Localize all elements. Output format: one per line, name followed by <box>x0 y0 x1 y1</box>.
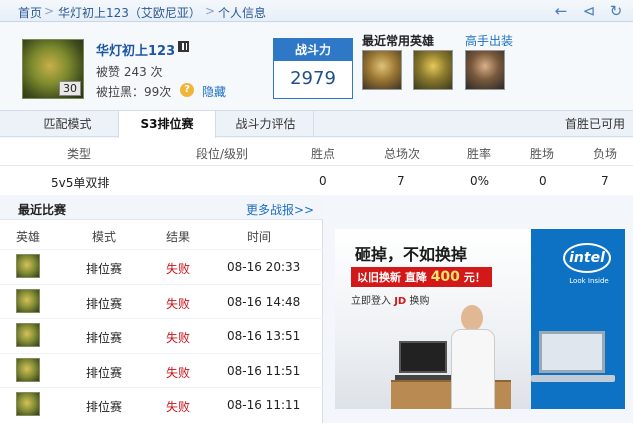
game-row[interactable]: 排位赛 失败 08-16 11:11 <box>0 387 323 421</box>
column-header-total: 总场次 <box>384 147 421 161</box>
player-name[interactable]: 华灯初上123 <box>96 40 175 59</box>
game-time: 08-16 14:48 <box>227 295 301 309</box>
column-header-wins: 胜场 <box>530 147 555 161</box>
game-row[interactable]: 排位赛 失败 08-16 14:48 <box>0 284 323 318</box>
hero-icon <box>16 289 40 313</box>
man-body <box>451 329 495 409</box>
intel-logo: intel <box>563 243 611 273</box>
level-badge: 30 <box>59 81 81 96</box>
man-head <box>461 305 483 331</box>
power-score-value: 2979 <box>290 68 336 89</box>
game-result: 失败 <box>166 331 191 345</box>
tab-s3-ranked[interactable]: S3排位赛 <box>118 111 216 138</box>
breadcrumb-player-link[interactable]: 华灯初上123（艾欧尼亚） <box>58 4 201 21</box>
hero-icon <box>16 392 40 416</box>
breadcrumb-home-link[interactable]: 首页 <box>18 4 42 21</box>
ad-sub-suffix: 换购 <box>409 296 430 307</box>
ranked-losses-cell: 7 <box>601 174 609 188</box>
old-laptop-image <box>399 341 447 373</box>
ranked-winrate-cell: 0% <box>470 174 490 188</box>
ad-subline: 立即登入 JD 换购 <box>351 292 429 307</box>
power-score-title: 战斗力 <box>274 39 352 61</box>
first-win-status: 首胜已可用 <box>564 117 625 131</box>
tab-match-mode[interactable]: 匹配模式 <box>20 111 115 137</box>
new-laptop-keyboard <box>531 375 615 382</box>
column-header-hero: 英雄 <box>16 230 41 244</box>
ranked-points-cell: 0 <box>319 174 327 188</box>
ad-promo-suffix: 元！ <box>463 271 486 284</box>
game-result: 失败 <box>166 262 191 276</box>
game-mode: 排位赛 <box>86 262 123 276</box>
game-row[interactable]: 排位赛 失败 08-16 13:51 <box>0 318 323 352</box>
more-reports-link[interactable]: 更多战报>> <box>246 201 314 218</box>
hide-link[interactable]: 隐藏 <box>202 83 226 100</box>
game-time: 08-16 11:11 <box>227 398 301 412</box>
column-header-mode: 模式 <box>92 230 117 244</box>
power-score-box: 战斗力 2979 <box>273 38 353 99</box>
breadcrumb-current-page: 个人信息 <box>218 6 267 20</box>
game-result: 失败 <box>166 400 191 414</box>
jd-logo: JD <box>394 296 407 307</box>
recent-games-panel: 最近比赛 更多战报>> 英雄 模式 结果 时间 排位赛 失败 08-16 20:… <box>0 196 323 423</box>
column-header-losses: 负场 <box>593 147 618 161</box>
ad-promo-amount: 400 <box>430 269 460 285</box>
column-header-type: 类型 <box>67 147 92 161</box>
ad-sub-prefix: 立即登入 <box>351 296 391 307</box>
game-time: 08-16 20:33 <box>227 260 301 274</box>
blacklist-count: 被拉黑：99次 <box>96 85 172 99</box>
tab-power-evaluation[interactable]: 战斗力评估 <box>218 111 314 137</box>
game-mode: 排位赛 <box>86 366 123 380</box>
hero-icon <box>16 358 40 382</box>
column-header-time: 时间 <box>247 230 272 244</box>
ranked-type-cell: 5v5单双排 <box>51 176 110 190</box>
game-row[interactable]: 排位赛 失败 08-16 11:51 <box>0 353 323 387</box>
master-build-link[interactable]: 高手出装 <box>465 32 513 49</box>
share-icon[interactable]: ⊲ <box>580 2 598 20</box>
breadcrumb: 首页 > 华灯初上123（艾欧尼亚） > 个人信息 ← ⊲ ↻ <box>0 0 633 22</box>
column-header-points: 胜点 <box>311 147 336 161</box>
game-mode: 排位赛 <box>86 297 123 311</box>
ranked-stats-table: 类型 段位/级别 胜点 总场次 胜率 胜场 负场 5v5单双排 0 7 0% 0… <box>0 138 633 195</box>
column-header-result: 结果 <box>166 230 191 244</box>
mode-tabs: 匹配模式 S3排位赛 战斗力评估 首胜已可用 <box>0 110 633 138</box>
recent-games-header: 最近比赛 更多战报>> <box>0 196 323 220</box>
hero-icon <box>16 323 40 347</box>
ad-promo-strip: 以旧换新 直降 400 元！ <box>351 267 492 287</box>
game-time: 08-16 11:51 <box>227 364 301 378</box>
breadcrumb-separator: > <box>205 4 216 18</box>
game-result: 失败 <box>166 297 191 311</box>
ranked-total-cell: 7 <box>397 174 405 188</box>
column-header-tier: 段位/级别 <box>196 147 249 161</box>
favorite-hero-3[interactable] <box>465 50 505 90</box>
ranked-wins-cell: 0 <box>539 174 547 188</box>
intel-tagline: Look Inside <box>569 277 609 285</box>
favorite-hero-2[interactable] <box>413 50 453 90</box>
hero-icon <box>16 254 40 278</box>
help-icon[interactable]: ? <box>180 83 194 97</box>
back-arrow-icon[interactable]: ← <box>552 2 570 20</box>
new-laptop-image <box>539 331 605 373</box>
game-time: 08-16 13:51 <box>227 329 301 343</box>
game-mode: 排位赛 <box>86 400 123 414</box>
game-row[interactable]: 排位赛 失败 08-16 20:33 <box>0 249 323 283</box>
qr-code-icon[interactable] <box>178 41 189 52</box>
karate-man-image <box>451 305 495 409</box>
likes-count: 被赞 243 次 <box>96 65 163 79</box>
divider <box>0 165 633 166</box>
ad-banner[interactable]: 砸掉，不如换掉 以旧换新 直降 400 元！ 立即登入 JD 换购 intel … <box>335 229 625 409</box>
avatar: 30 <box>22 39 84 99</box>
favorite-hero-1[interactable] <box>362 50 402 90</box>
profile-header: 30 华灯初上123 被赞 243 次 被拉黑：99次 ? 隐藏 战斗力 297… <box>0 23 633 110</box>
refresh-icon[interactable]: ↻ <box>607 2 625 20</box>
column-header-winrate: 胜率 <box>467 147 492 161</box>
recent-games-title: 最近比赛 <box>18 203 67 217</box>
breadcrumb-separator: > <box>44 4 55 18</box>
game-result: 失败 <box>166 366 191 380</box>
ad-headline: 砸掉，不如换掉 <box>355 245 468 264</box>
ad-promo-prefix: 以旧换新 直降 <box>357 271 427 284</box>
favorite-heroes-title: 最近常用英雄 <box>362 34 435 48</box>
game-mode: 排位赛 <box>86 331 123 345</box>
